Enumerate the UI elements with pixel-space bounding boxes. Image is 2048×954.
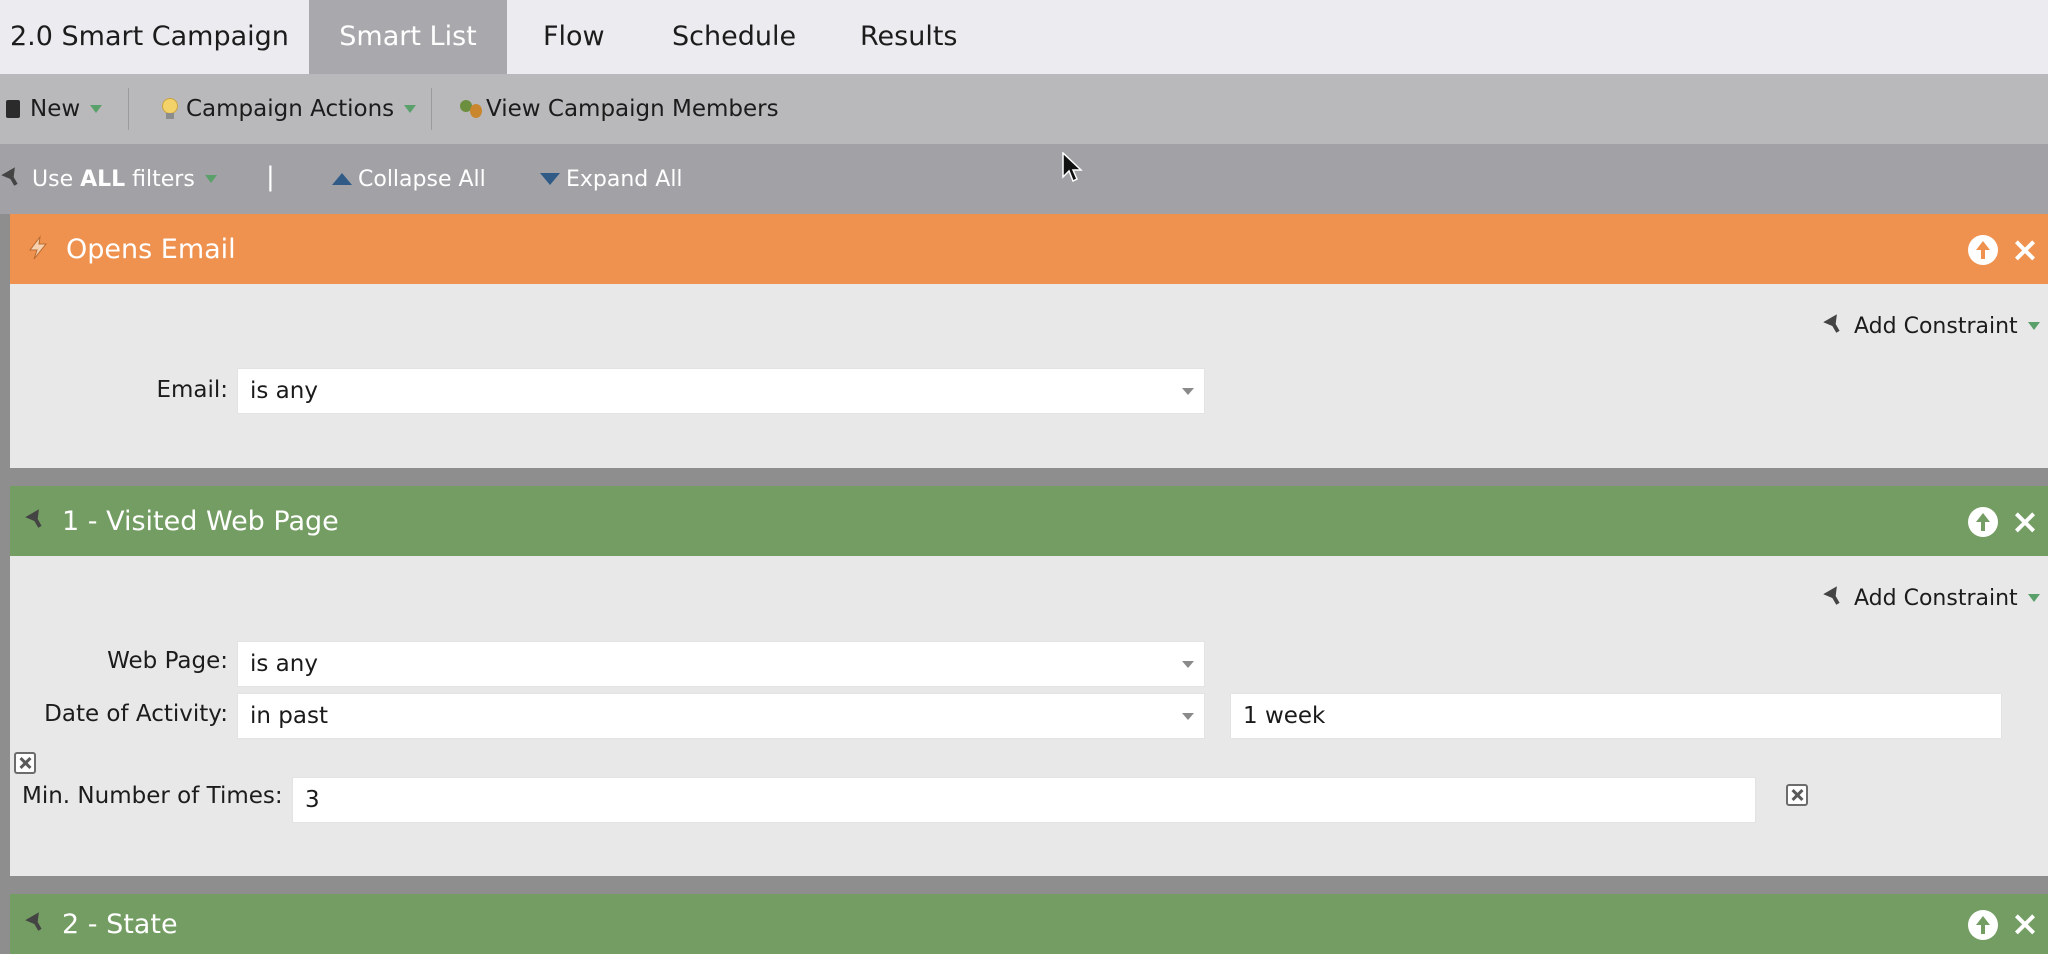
- filter-title: 1 - Visited Web Page: [62, 505, 339, 537]
- filter-header-opens-email[interactable]: Opens Email ×: [10, 214, 2048, 284]
- view-campaign-members-label: View Campaign Members: [486, 96, 779, 122]
- min-number-of-times-input[interactable]: 3: [292, 777, 1756, 823]
- chevron-down-icon: [2027, 594, 2040, 602]
- date-of-activity-label: Date of Activity:: [44, 701, 228, 727]
- close-icon[interactable]: ×: [2008, 228, 2042, 272]
- email-operator-select[interactable]: is any: [237, 368, 1205, 414]
- dropdown-arrow-icon: [1182, 388, 1194, 395]
- people-icon: [458, 98, 484, 120]
- web-page-operator-select[interactable]: is any: [237, 641, 1205, 687]
- move-up-icon[interactable]: [1968, 235, 1998, 265]
- lightbulb-icon: [162, 98, 178, 120]
- filter-logic-all: ALL: [80, 166, 126, 192]
- funnel-icon: [1826, 587, 1848, 609]
- chevron-down-icon: [2027, 322, 2040, 330]
- filter-logic-prefix: Use: [32, 166, 81, 192]
- trigger-bolt-icon: [26, 235, 54, 263]
- tab-smart-list[interactable]: Smart List: [309, 0, 507, 74]
- date-of-activity-value: 1 week: [1243, 703, 1326, 729]
- filter-icon: [28, 913, 50, 935]
- funnel-icon: [4, 168, 26, 190]
- remove-constraint-icon[interactable]: [14, 752, 36, 774]
- add-constraint-label: Add Constraint: [1854, 585, 2018, 611]
- expand-icon: [540, 173, 560, 185]
- campaign-actions-button[interactable]: Campaign Actions: [162, 74, 417, 144]
- filter-header-state[interactable]: 2 - State ×: [10, 894, 2048, 954]
- remove-constraint-icon[interactable]: [1786, 784, 1808, 806]
- toolbar: New Campaign Actions View Campaign Membe…: [0, 74, 2048, 144]
- campaign-actions-label: Campaign Actions: [186, 96, 395, 122]
- funnel-icon: [1826, 315, 1848, 337]
- filter-logic-bar: Use ALL filters | Collapse All Expand Al…: [0, 144, 2048, 214]
- new-button-label: New: [30, 96, 81, 122]
- min-number-of-times-value: 3: [305, 787, 320, 813]
- filter-header-visited-web-page[interactable]: 1 - Visited Web Page ×: [10, 486, 2048, 556]
- date-of-activity-operator-value: in past: [250, 703, 328, 729]
- filter-title: 2 - State: [62, 908, 178, 940]
- collapse-all-label: Collapse All: [358, 166, 486, 192]
- filter-logic-dropdown[interactable]: Use ALL filters: [4, 144, 217, 214]
- close-icon[interactable]: ×: [2008, 500, 2042, 544]
- email-label: Email:: [156, 377, 228, 403]
- tab-schedule[interactable]: Schedule: [672, 0, 796, 74]
- filter-body-opens-email: Add Constraint Email: is any: [10, 284, 2048, 468]
- dropdown-arrow-icon: [1182, 713, 1194, 720]
- date-of-activity-value-input[interactable]: 1 week: [1230, 693, 2002, 739]
- filter-body-visited-web-page: Add Constraint Web Page: is any Date of …: [10, 556, 2048, 876]
- toolbar-divider: [128, 88, 129, 130]
- date-of-activity-operator-select[interactable]: in past: [237, 693, 1205, 739]
- filterbar-separator: |: [266, 162, 275, 192]
- tab-results[interactable]: Results: [860, 0, 958, 74]
- expand-all-button[interactable]: Expand All: [540, 144, 683, 214]
- chevron-down-icon: [404, 105, 417, 113]
- tab-campaign-name[interactable]: 2.0 Smart Campaign: [10, 0, 289, 74]
- add-constraint-label: Add Constraint: [1854, 313, 2018, 339]
- web-page-operator-value: is any: [250, 651, 318, 677]
- filter-logic-suffix: filters: [125, 166, 195, 192]
- filter-icon: [28, 510, 50, 532]
- add-constraint-button[interactable]: Add Constraint: [1826, 582, 2040, 614]
- collapse-icon: [332, 173, 352, 185]
- filter-title: Opens Email: [66, 233, 236, 265]
- tab-flow[interactable]: Flow: [543, 0, 605, 74]
- expand-all-label: Expand All: [566, 166, 683, 192]
- new-button[interactable]: New: [6, 74, 103, 144]
- email-operator-value: is any: [250, 378, 318, 404]
- min-number-of-times-label: Min. Number of Times:: [22, 783, 283, 809]
- document-icon: [6, 100, 20, 118]
- add-constraint-button[interactable]: Add Constraint: [1826, 310, 2040, 342]
- dropdown-arrow-icon: [1182, 661, 1194, 668]
- view-campaign-members-button[interactable]: View Campaign Members: [458, 74, 779, 144]
- toolbar-divider: [431, 88, 432, 130]
- move-up-icon[interactable]: [1968, 910, 1998, 940]
- tab-bar: 2.0 Smart Campaign Smart List Flow Sched…: [0, 0, 2048, 74]
- close-icon[interactable]: ×: [2008, 902, 2042, 946]
- chevron-down-icon: [90, 105, 103, 113]
- move-up-icon[interactable]: [1968, 507, 1998, 537]
- web-page-label: Web Page:: [107, 648, 228, 674]
- collapse-all-button[interactable]: Collapse All: [332, 144, 486, 214]
- chevron-down-icon: [204, 175, 217, 183]
